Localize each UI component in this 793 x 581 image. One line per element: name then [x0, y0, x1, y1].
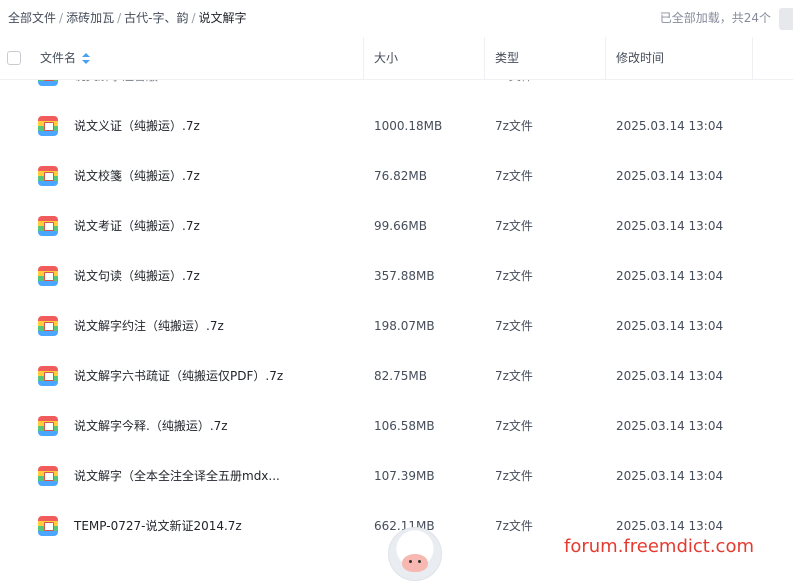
table-row[interactable]: 说文解字（全本全注全译全五册mdx... 107.39MB 7z文件 2025.…: [0, 451, 793, 501]
column-header-name[interactable]: 文件名: [40, 37, 91, 79]
column-header-spacer: [752, 37, 793, 79]
file-type: 7z文件: [495, 79, 533, 101]
file-modified: 2025.03.14 13:04: [616, 269, 724, 283]
column-header-type[interactable]: 类型: [484, 37, 605, 79]
file-type: 7z文件: [495, 269, 533, 283]
side-panel-tab[interactable]: [779, 8, 793, 30]
file-type: 7z文件: [495, 369, 533, 383]
file-size: 76.82MB: [374, 169, 427, 183]
file-name[interactable]: 说文解字约注（纯搬运）.7z: [74, 301, 224, 351]
file-type: 7z文件: [495, 119, 533, 133]
file-list: 说文解字注音版.7z 105.22MB 7z文件 2025.03.14 13:0…: [0, 79, 793, 569]
archive-7z-icon: [38, 216, 58, 236]
archive-7z-icon: [38, 79, 58, 86]
file-size: 357.88MB: [374, 269, 435, 283]
file-size: 99.66MB: [374, 219, 427, 233]
column-header: 文件名 大小 类型 修改时间: [0, 37, 793, 80]
file-name[interactable]: TEMP-0727-说文新证2014.7z: [74, 501, 242, 551]
watermark-text: forum.freemdict.com: [564, 536, 754, 557]
file-modified: 2025.03.14 13:04: [616, 419, 724, 433]
file-modified: 2025.03.14 13:04: [616, 119, 724, 133]
breadcrumb-item-folder[interactable]: 添砖加瓦: [66, 11, 114, 25]
column-header-modified-label: 修改时间: [616, 51, 665, 65]
file-size: 105.22MB: [374, 79, 435, 101]
archive-7z-icon: [38, 366, 58, 386]
file-modified: 2025.03.14 13:04: [616, 469, 724, 483]
file-size: 106.58MB: [374, 419, 435, 433]
file-type: 7z文件: [495, 519, 533, 533]
file-name[interactable]: 说文校箋（纯搬运）.7z: [74, 151, 200, 201]
archive-7z-icon: [38, 266, 58, 286]
file-type: 7z文件: [495, 319, 533, 333]
table-row[interactable]: 说文解字六书疏证（纯搬运仅PDF）.7z 82.75MB 7z文件 2025.0…: [0, 351, 793, 401]
file-type: 7z文件: [495, 469, 533, 483]
select-all-checkbox[interactable]: [7, 51, 21, 65]
file-name[interactable]: 说文解字六书疏证（纯搬运仅PDF）.7z: [74, 351, 283, 401]
column-header-name-label: 文件名: [40, 51, 77, 65]
file-name[interactable]: 说文义证（纯搬运）.7z: [74, 101, 200, 151]
file-modified: 2025.03.14 13:04: [616, 369, 724, 383]
breadcrumb-separator: /: [191, 11, 196, 25]
table-row[interactable]: 说文校箋（纯搬运）.7z 76.82MB 7z文件 2025.03.14 13:…: [0, 151, 793, 201]
assistant-mascot-icon[interactable]: [388, 527, 442, 581]
archive-7z-icon: [38, 116, 58, 136]
archive-7z-icon: [38, 466, 58, 486]
column-header-modified[interactable]: 修改时间: [605, 37, 753, 79]
mascot-eye: [409, 560, 412, 563]
file-name[interactable]: 说文解字注音版.7z: [74, 79, 176, 101]
breadcrumb-current: 说文解字: [198, 11, 247, 25]
column-header-size[interactable]: 大小: [363, 37, 484, 79]
sort-icon[interactable]: [82, 52, 91, 65]
table-row[interactable]: 说文义证（纯搬运）.7z 1000.18MB 7z文件 2025.03.14 1…: [0, 101, 793, 151]
file-modified: 2025.03.14 13:04: [616, 319, 724, 333]
archive-7z-icon: [38, 316, 58, 336]
archive-7z-icon: [38, 166, 58, 186]
archive-7z-icon: [38, 416, 58, 436]
column-header-type-label: 类型: [495, 51, 520, 65]
mascot-face: [402, 554, 428, 572]
archive-7z-icon: [38, 516, 58, 536]
breadcrumb-item-folder[interactable]: 古代-字、韵: [124, 11, 188, 25]
breadcrumb-item-all-files[interactable]: 全部文件: [8, 11, 56, 25]
mascot-eye: [418, 560, 421, 563]
file-size: 1000.18MB: [374, 119, 443, 133]
table-row[interactable]: 说文解字注音版.7z 105.22MB 7z文件 2025.03.14 13:0…: [0, 79, 793, 101]
table-row[interactable]: 说文解字今释.（纯搬运）.7z 106.58MB 7z文件 2025.03.14…: [0, 401, 793, 451]
breadcrumb: 全部文件 / 添砖加瓦 / 古代-字、韵 / 说文解字: [8, 0, 247, 37]
file-name[interactable]: 说文解字（全本全注全译全五册mdx...: [74, 451, 280, 501]
breadcrumb-separator: /: [59, 11, 64, 25]
file-modified: 2025.03.14 13:04: [616, 169, 724, 183]
table-row[interactable]: 说文解字约注（纯搬运）.7z 198.07MB 7z文件 2025.03.14 …: [0, 301, 793, 351]
file-name[interactable]: 说文解字今释.（纯搬运）.7z: [74, 401, 228, 451]
table-row[interactable]: 说文句读（纯搬运）.7z 357.88MB 7z文件 2025.03.14 13…: [0, 251, 793, 301]
file-modified: 2025.03.14 13:04: [616, 79, 723, 101]
file-name[interactable]: 说文考证（纯搬运）.7z: [74, 201, 200, 251]
file-name[interactable]: 说文句读（纯搬运）.7z: [74, 251, 200, 301]
breadcrumb-separator: /: [117, 11, 122, 25]
file-type: 7z文件: [495, 219, 533, 233]
loaded-count-text: 已全部加载，共24个: [659, 11, 771, 25]
table-row[interactable]: 说文考证（纯搬运）.7z 99.66MB 7z文件 2025.03.14 13:…: [0, 201, 793, 251]
column-header-size-label: 大小: [374, 51, 399, 65]
top-bar: 全部文件 / 添砖加瓦 / 古代-字、韵 / 说文解字 已全部加载，共24个: [0, 0, 793, 37]
file-type: 7z文件: [495, 169, 533, 183]
file-modified: 2025.03.14 13:04: [616, 219, 724, 233]
file-type: 7z文件: [495, 419, 533, 433]
file-size: 82.75MB: [374, 369, 427, 383]
file-size: 198.07MB: [374, 319, 435, 333]
file-size: 107.39MB: [374, 469, 435, 483]
